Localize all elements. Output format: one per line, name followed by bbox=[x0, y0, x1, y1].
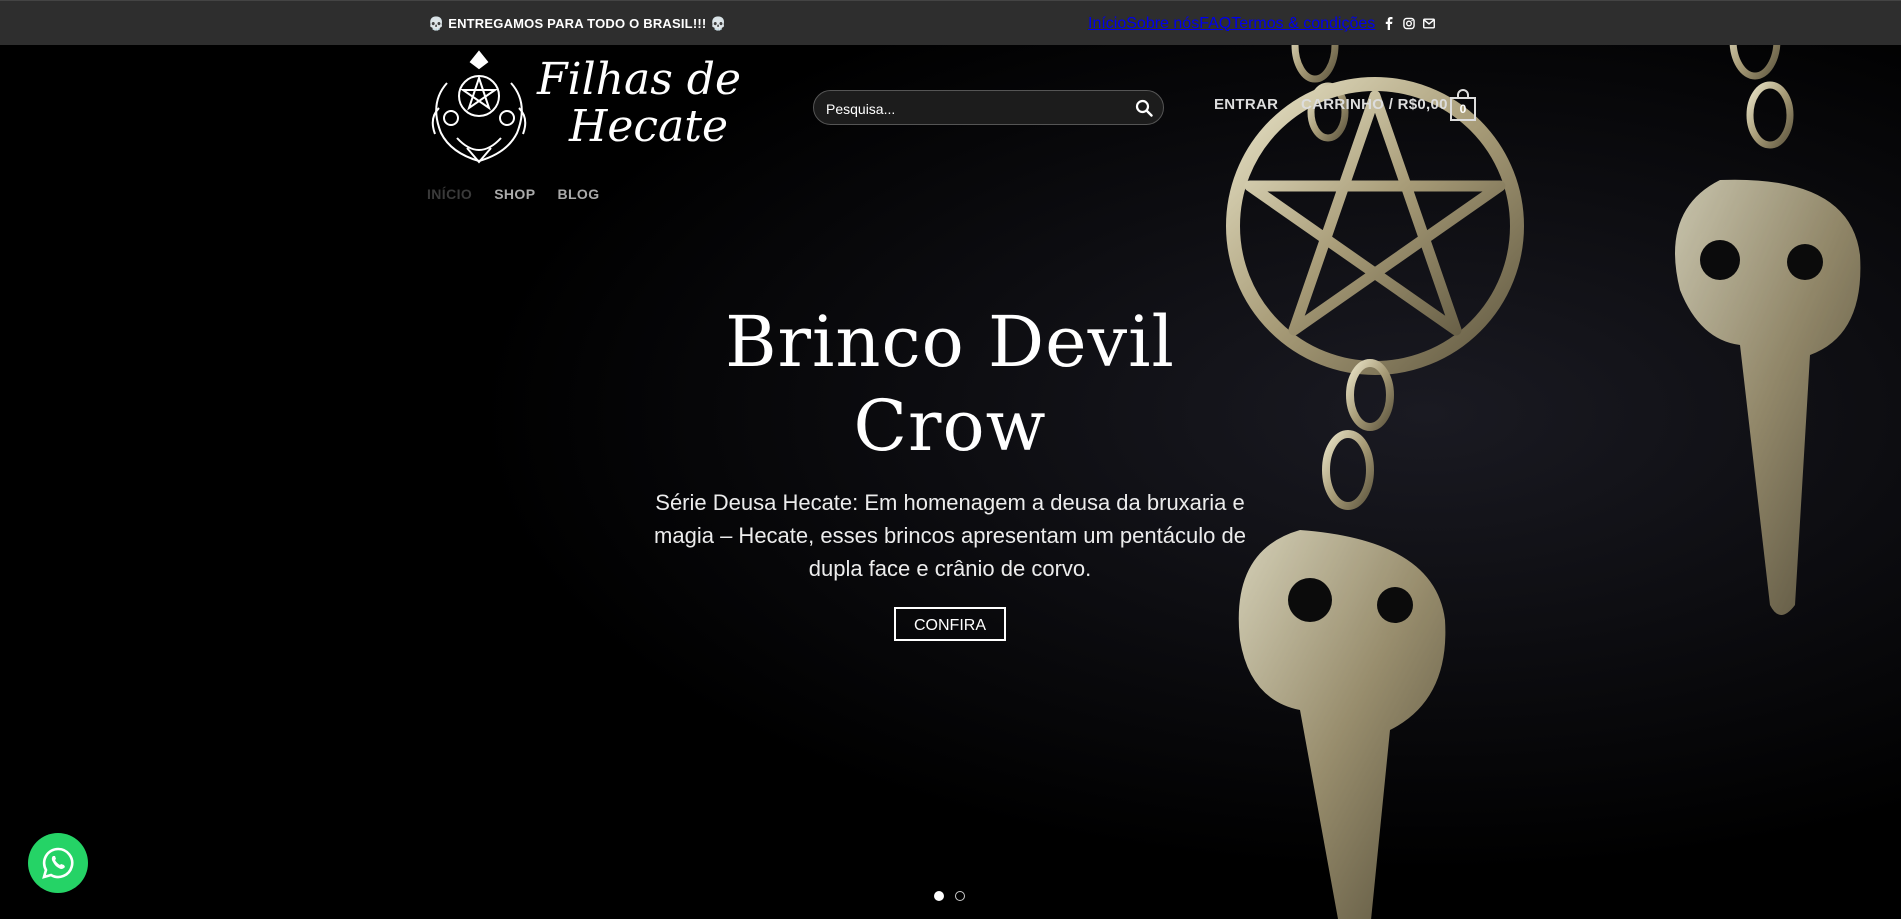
top-nav: Início Sobre nós FAQ Termos & condições bbox=[1088, 1, 1436, 46]
whatsapp-button[interactable] bbox=[28, 833, 88, 893]
logo-text: Filhas de Hecate bbox=[529, 48, 741, 166]
search-input[interactable] bbox=[824, 91, 1118, 126]
top-nav-sobre-nos[interactable]: Sobre nós bbox=[1126, 15, 1199, 33]
logo-line-1: Filhas de bbox=[537, 54, 742, 105]
login-link[interactable]: ENTRAR bbox=[1214, 96, 1278, 113]
cart-icon[interactable]: 0 bbox=[1450, 89, 1476, 121]
slider-dot-2[interactable] bbox=[955, 891, 965, 901]
slider-dot-1[interactable] bbox=[934, 891, 944, 901]
facebook-icon[interactable] bbox=[1383, 17, 1395, 31]
cart-link[interactable]: CARRINHO / R$0,00 bbox=[1301, 96, 1448, 113]
whatsapp-icon bbox=[42, 847, 74, 879]
main-nav: INÍCIO SHOP BLOG bbox=[427, 186, 600, 202]
top-nav-inicio[interactable]: Início bbox=[1088, 15, 1126, 33]
hero-title: Brinco Devil Crow bbox=[725, 301, 1175, 467]
hero-slide: Brinco Devil Crow Série Deusa Hecate: Em… bbox=[640, 300, 1260, 641]
cart-count: 0 bbox=[1459, 102, 1467, 116]
top-nav-faq[interactable]: FAQ bbox=[1199, 15, 1231, 33]
search-icon[interactable] bbox=[1135, 99, 1153, 117]
crest-icon bbox=[431, 50, 527, 164]
search-box bbox=[813, 90, 1164, 126]
instagram-icon[interactable] bbox=[1403, 17, 1416, 31]
nav-shop[interactable]: SHOP bbox=[494, 186, 535, 202]
slider-dots bbox=[934, 891, 965, 901]
shipping-promo: 💀 ENTREGAMOS PARA TODO O BRASIL!!! 💀 bbox=[428, 16, 727, 31]
social-links bbox=[1383, 17, 1436, 31]
logo-line-2: Hecate bbox=[569, 101, 729, 152]
email-icon[interactable] bbox=[1423, 17, 1436, 31]
nav-blog[interactable]: BLOG bbox=[557, 186, 599, 202]
nav-inicio[interactable]: INÍCIO bbox=[427, 186, 472, 202]
site-logo[interactable]: Filhas de Hecate bbox=[427, 48, 741, 166]
confira-button[interactable]: CONFIRA bbox=[894, 607, 1006, 641]
hero-description: Série Deusa Hecate: Em homenagem a deusa… bbox=[654, 490, 1246, 581]
top-bar: 💀 ENTREGAMOS PARA TODO O BRASIL!!! 💀 Iní… bbox=[0, 0, 1901, 45]
top-nav-termos[interactable]: Termos & condições bbox=[1231, 15, 1375, 33]
